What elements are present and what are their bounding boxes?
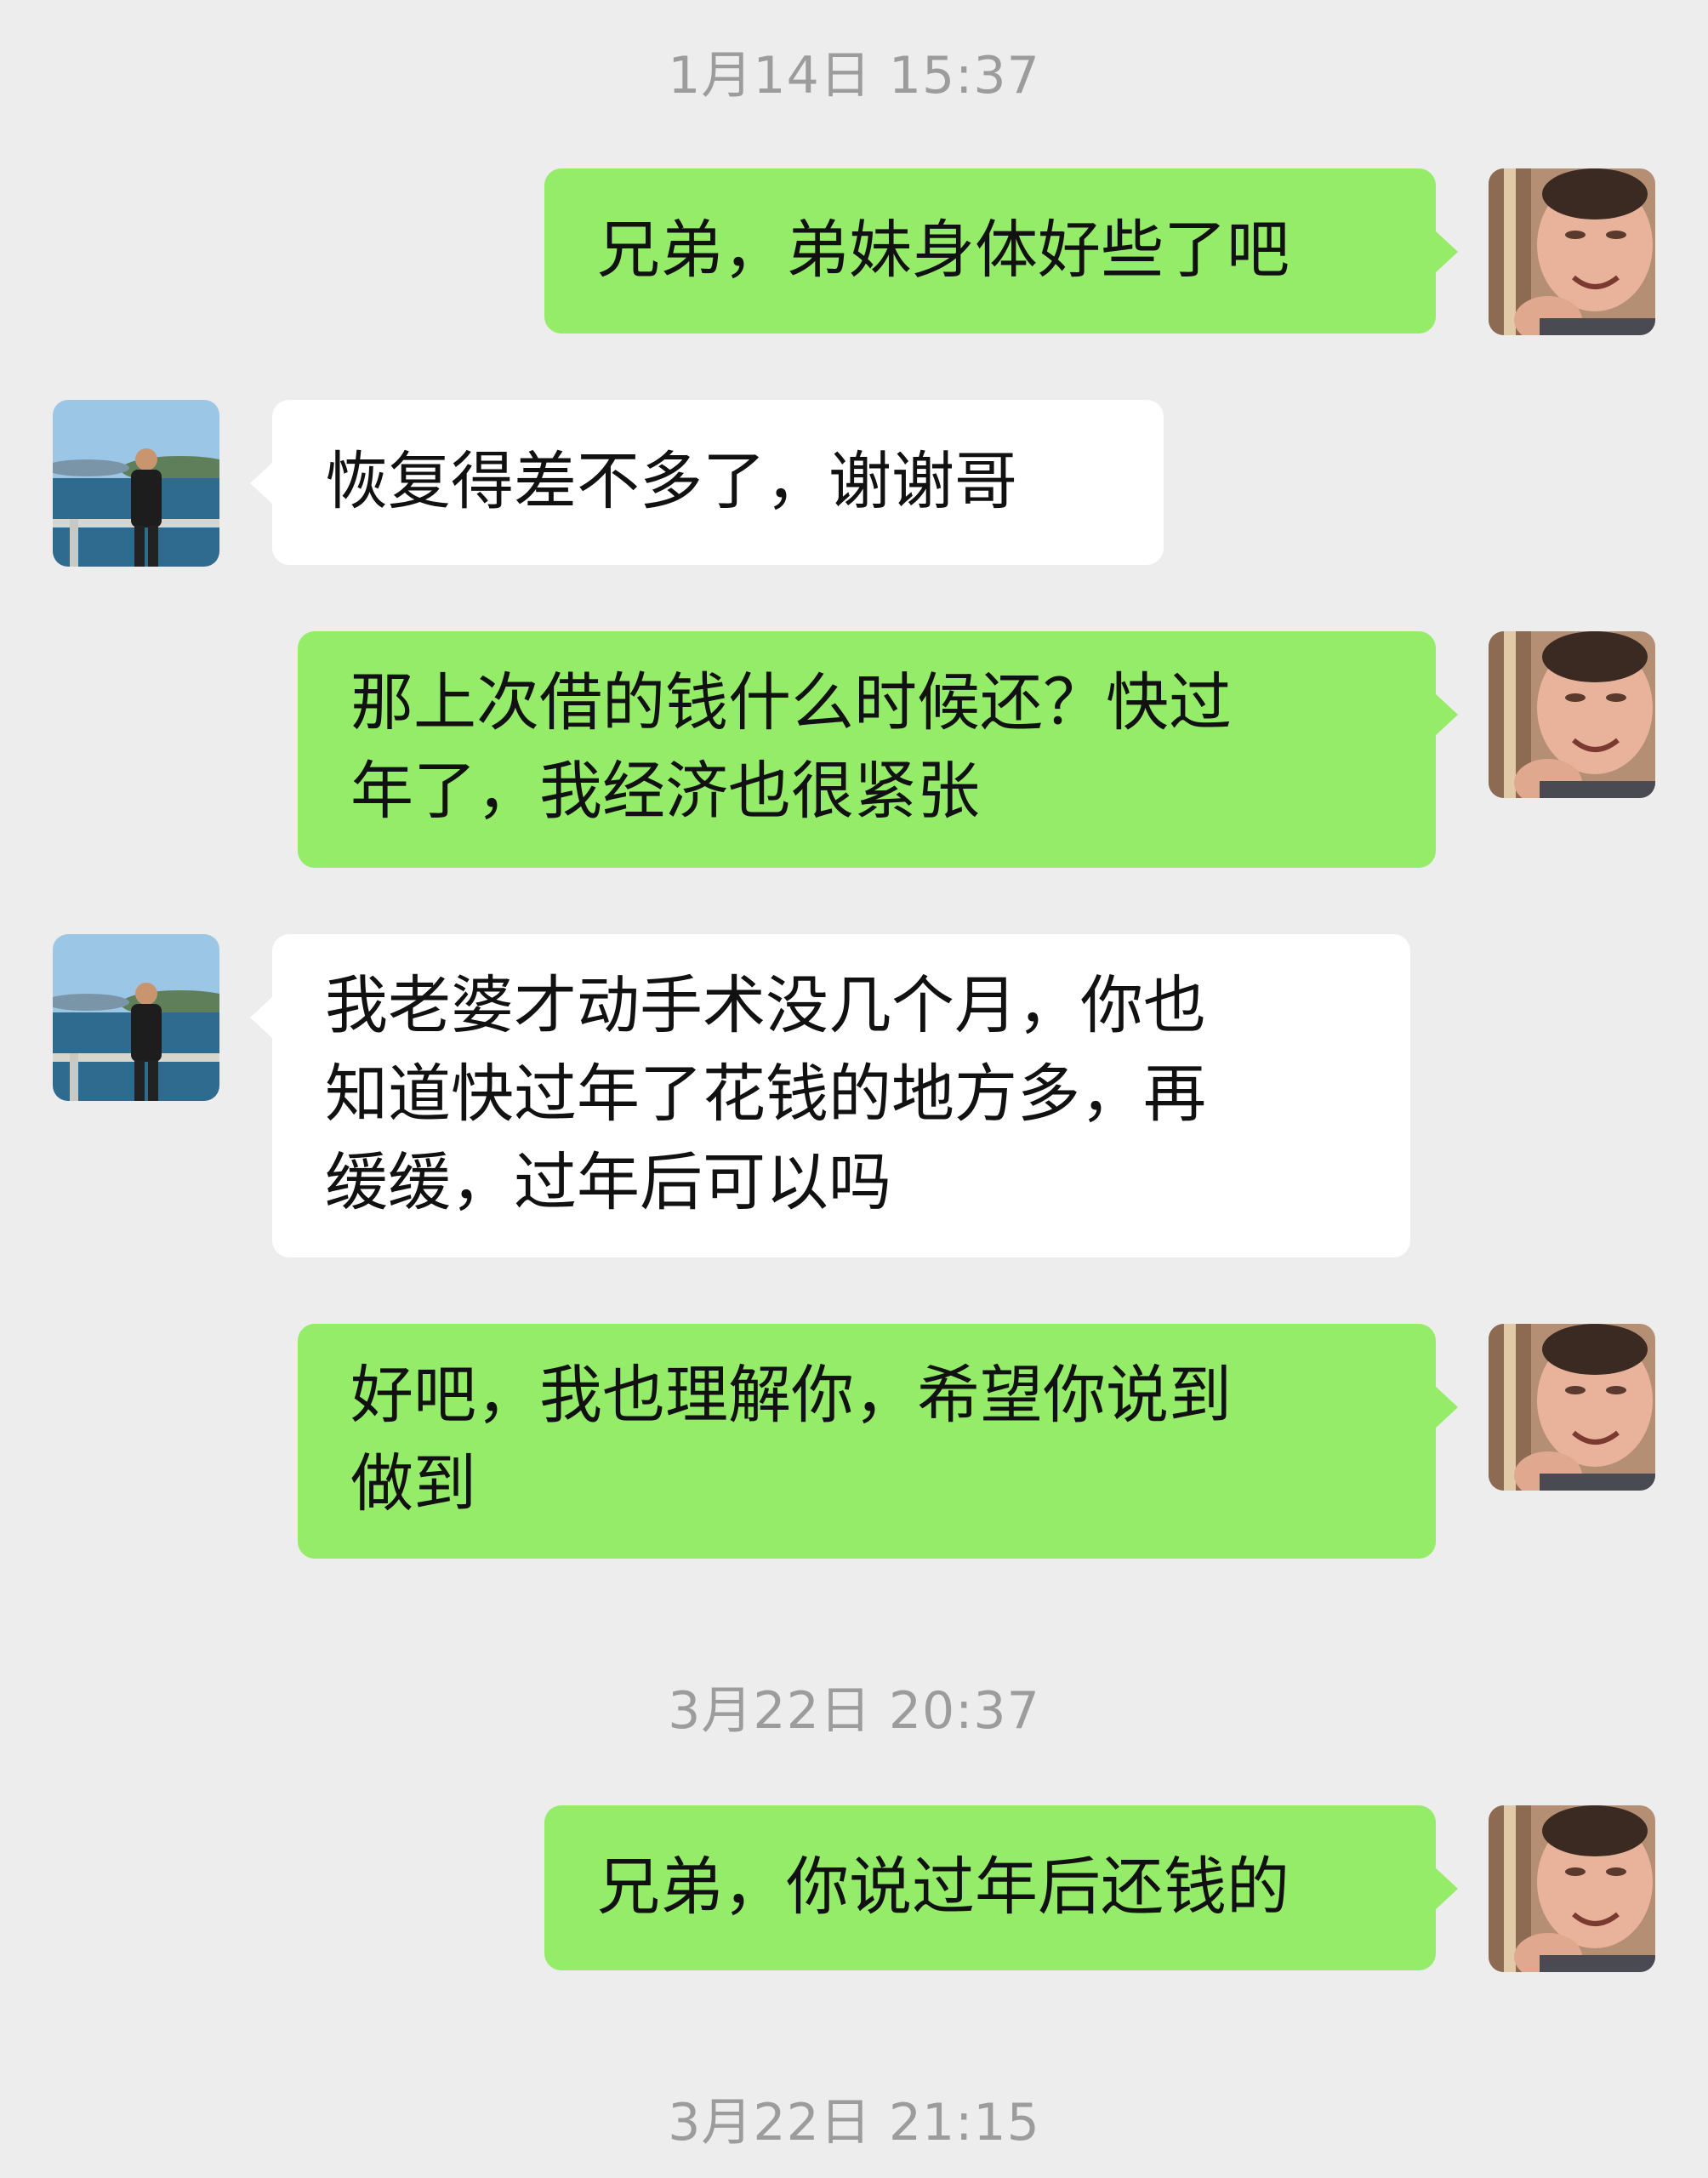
my-avatar-icon	[1489, 1324, 1655, 1491]
contact-avatar[interactable]	[53, 400, 219, 567]
timestamp: 3月22日 20:37	[668, 1681, 1040, 1741]
timestamp: 1月14日 15:37	[668, 46, 1040, 105]
message-bubble-sent[interactable]: 兄弟，你说过年后还钱的	[544, 1805, 1458, 1970]
contact-avatar-icon	[53, 934, 219, 1101]
message-text: 兄弟，你说过年后还钱的	[597, 1850, 1290, 1924]
message-text: 那上次借的钱什么时候还？快过	[350, 666, 1232, 739]
message-text: 好吧，我也理解你，希望你说到	[350, 1359, 1232, 1432]
my-avatar[interactable]	[1489, 631, 1655, 798]
my-avatar-icon	[1489, 168, 1655, 335]
my-avatar-icon	[1489, 631, 1655, 798]
timestamp: 3月22日 21:15	[668, 2093, 1040, 2152]
message-text: 缓缓，过年后可以吗	[325, 1146, 891, 1219]
message-text: 做到	[350, 1447, 476, 1520]
message-text: 知道快过年了花钱的地方多，再	[325, 1058, 1206, 1131]
contact-avatar[interactable]	[53, 934, 219, 1101]
contact-avatar-icon	[53, 400, 219, 567]
message-bubble-received[interactable]: 我老婆才动手术没几个月，你也 知道快过年了花钱的地方多，再 缓缓，过年后可以吗	[250, 934, 1410, 1257]
message-bubble-sent[interactable]: 那上次借的钱什么时候还？快过 年了，我经济也很紧张	[298, 631, 1458, 868]
message-text: 我老婆才动手术没几个月，你也	[325, 969, 1206, 1042]
message-text: 恢复得差不多了，谢谢哥	[325, 445, 1017, 518]
my-avatar[interactable]	[1489, 1324, 1655, 1491]
message-bubble-sent[interactable]: 好吧，我也理解你，希望你说到 做到	[298, 1324, 1458, 1559]
my-avatar-icon	[1489, 1805, 1655, 1972]
message-bubble-received[interactable]: 恢复得差不多了，谢谢哥	[250, 400, 1164, 565]
my-avatar[interactable]	[1489, 1805, 1655, 1972]
message-text: 年了，我经济也很紧张	[350, 755, 980, 828]
message-text: 兄弟，弟妹身体好些了吧	[597, 214, 1290, 287]
message-bubble-sent[interactable]: 兄弟，弟妹身体好些了吧	[544, 168, 1458, 334]
my-avatar[interactable]	[1489, 168, 1655, 335]
